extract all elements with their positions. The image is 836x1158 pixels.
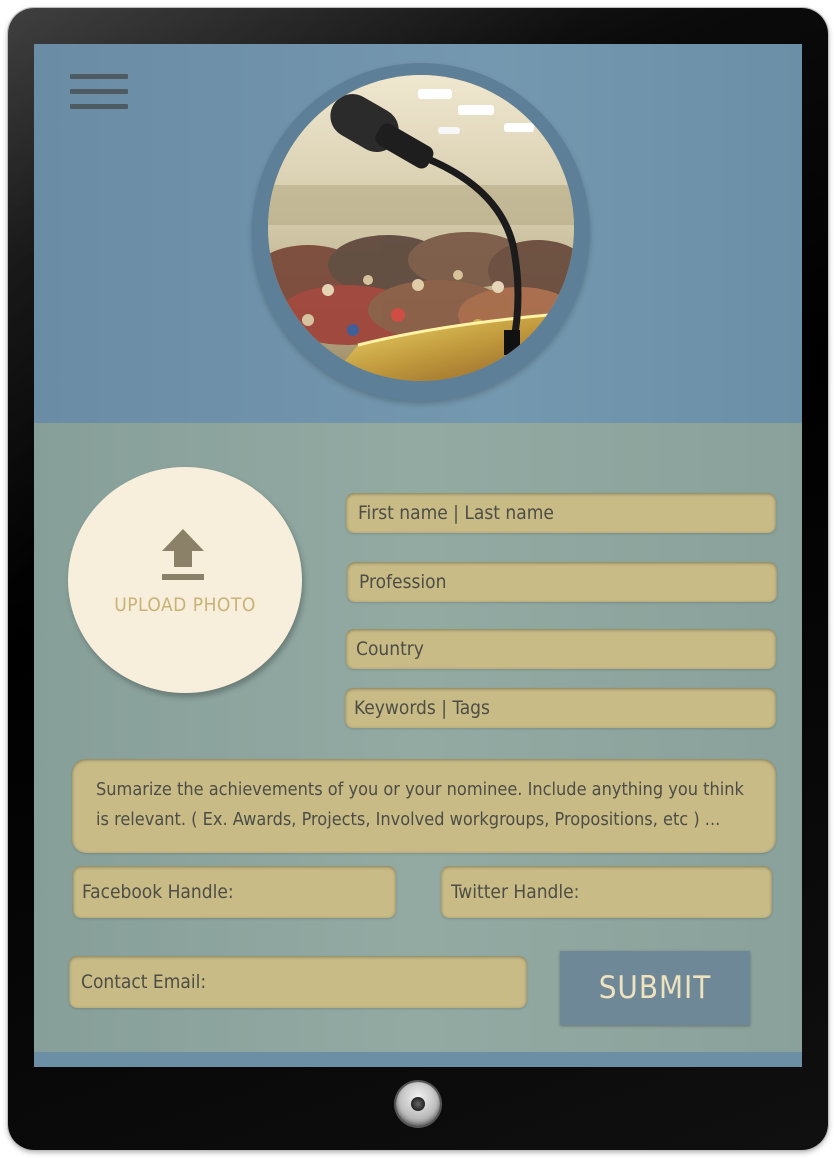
country-field[interactable]: Country [346, 629, 776, 669]
home-button-icon[interactable] [396, 1082, 440, 1126]
header [34, 44, 802, 423]
upload-photo-label: UPLOAD PHOTO [114, 594, 256, 616]
photo-illustration [268, 75, 574, 381]
bottom-strip [34, 1052, 802, 1067]
profession-field[interactable]: Profession [347, 562, 777, 602]
upload-photo-button[interactable]: UPLOAD PHOTO [68, 467, 302, 693]
hamburger-menu-icon[interactable] [70, 74, 128, 114]
submit-button[interactable]: SUBMIT [560, 951, 750, 1025]
app-screen: UPLOAD PHOTO First name | Last name Prof… [34, 44, 802, 1067]
contact-email-field[interactable]: Contact Email: [69, 956, 527, 1008]
profile-photo-ring [252, 63, 590, 401]
name-field[interactable]: First name | Last name [346, 493, 776, 533]
twitter-handle-field[interactable]: Twitter Handle: [441, 866, 772, 918]
achievements-summary-textarea[interactable]: Sumarize the achievements of you or your… [72, 759, 776, 853]
keywords-tags-field[interactable]: Keywords | Tags [345, 688, 776, 728]
microphone-audience-photo [268, 75, 574, 381]
facebook-handle-field[interactable]: Facebook Handle: [73, 866, 396, 918]
upload-arrow-icon [162, 529, 204, 580]
